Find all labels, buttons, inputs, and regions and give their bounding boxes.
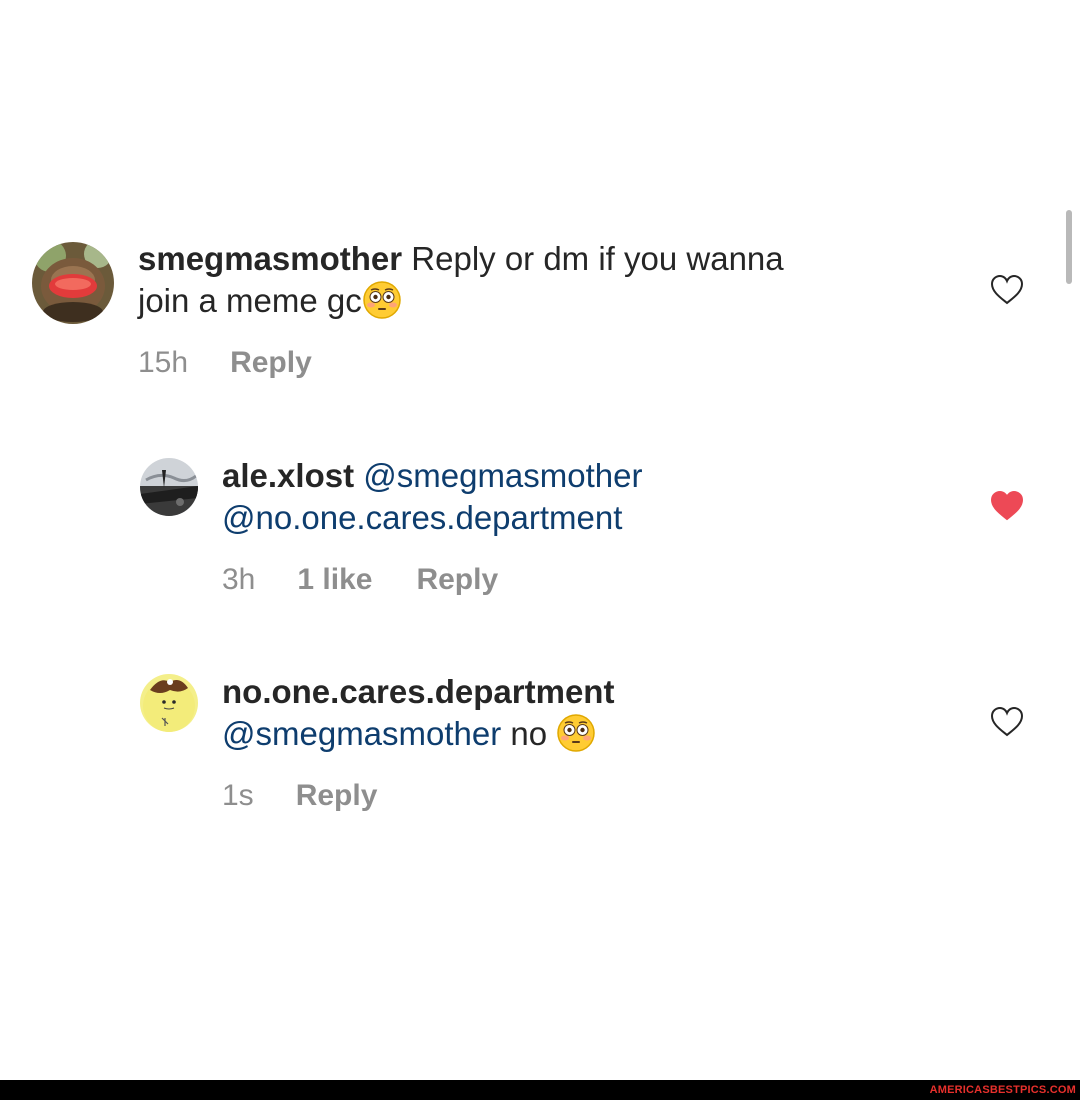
mention-link[interactable]: @smegmasmother [363, 457, 642, 494]
avatar[interactable] [32, 242, 114, 324]
comment-body: no [501, 715, 557, 752]
watermark-text: AMERICASBESTPICS.COM [929, 1084, 1076, 1096]
comment-text: ale.xlost @smegmasmother @no.one.cares.d… [222, 455, 922, 539]
comment-meta: 1s Reply [222, 779, 377, 813]
timestamp: 1s [222, 779, 254, 812]
comment-body: join a meme gc [138, 282, 362, 319]
reply-button[interactable]: Reply [416, 563, 498, 597]
avatar[interactable] [140, 674, 198, 732]
comment-text: no.one.cares.department @smegmasmother n… [222, 671, 922, 755]
comment-meta: 3h 1 like Reply [222, 563, 498, 597]
avatar[interactable] [140, 458, 198, 516]
username[interactable]: smegmasmother [138, 240, 402, 277]
mention-link[interactable]: @smegmasmother [222, 715, 501, 752]
comment-body: Reply or dm if you wanna [402, 240, 784, 277]
like-heart-icon[interactable] [990, 274, 1024, 306]
like-heart-icon[interactable] [990, 706, 1024, 738]
username[interactable]: no.one.cares.department [222, 673, 614, 710]
mention-link[interactable]: @no.one.cares.department [222, 499, 622, 536]
comment-meta: 15h Reply [138, 346, 312, 380]
likes-count-link[interactable]: 1 like [297, 563, 372, 597]
flushed-face-emoji-icon [362, 280, 402, 320]
scrollbar-thumb[interactable] [1066, 210, 1072, 284]
footer-bar: AMERICASBESTPICS.COM [0, 1080, 1080, 1100]
comment-text: smegmasmother Reply or dm if you wanna j… [138, 238, 898, 322]
flushed-face-emoji-icon [556, 713, 596, 753]
username[interactable]: ale.xlost [222, 457, 354, 494]
reply-button[interactable]: Reply [230, 346, 312, 380]
liked-heart-icon[interactable] [990, 490, 1024, 522]
timestamp: 3h [222, 563, 256, 596]
reply-button[interactable]: Reply [296, 779, 378, 813]
timestamp: 15h [138, 346, 189, 379]
